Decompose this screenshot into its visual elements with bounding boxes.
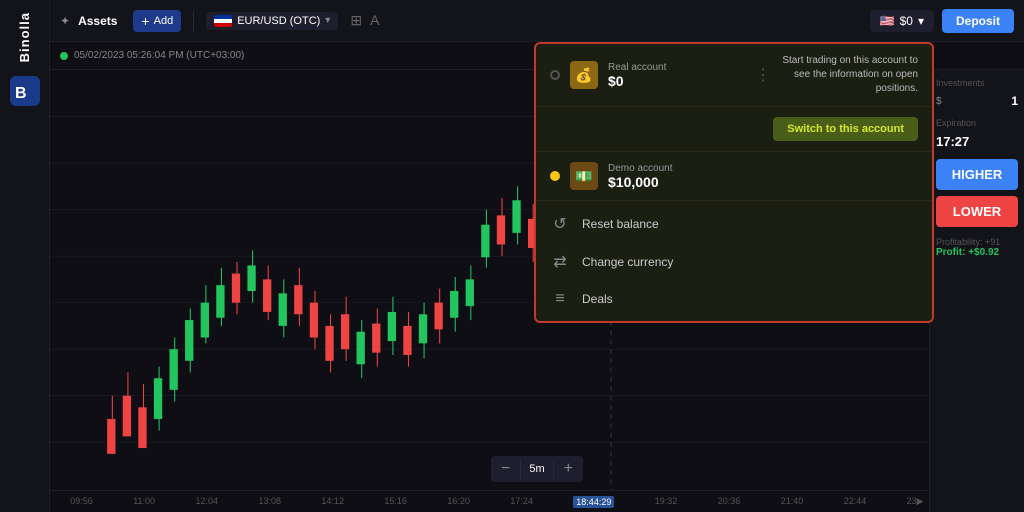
currency-symbol: $: [936, 96, 942, 107]
investment-value: 1: [1011, 94, 1018, 108]
time-23: 23▶: [907, 496, 924, 508]
chevron-down-icon: ▾: [325, 15, 330, 26]
time-16-20: 16:20: [447, 496, 470, 508]
deals-label: Deals: [582, 292, 613, 306]
time-12-04: 12:04: [195, 496, 218, 508]
zoom-controls: − 5m +: [491, 456, 583, 482]
demo-account-balance: $10,000: [608, 174, 918, 190]
investment-label: Investments: [936, 78, 1018, 88]
three-dots-icon[interactable]: ⋮: [755, 65, 771, 85]
time-17-24: 17:24: [510, 496, 533, 508]
demo-account-radio: [550, 171, 560, 181]
real-account-item[interactable]: 💰 Real account $0 ⋮ Start trading on thi…: [536, 44, 932, 107]
topbar-right: 🇺🇸 $0 ▾ Deposit: [870, 9, 1014, 33]
assets-label: Assets: [78, 14, 117, 28]
chart-icons: ⊞ A: [350, 12, 379, 29]
expiration-value: 17:27: [936, 134, 1018, 149]
higher-button[interactable]: HIGHER: [936, 159, 1018, 190]
pair-selector[interactable]: EUR/USD (OTC) ▾: [206, 12, 338, 30]
balance-chevron-icon: ▾: [918, 14, 924, 28]
separator: [193, 11, 194, 31]
switch-info-text: Start trading on this account to see the…: [781, 54, 918, 96]
logo-icon: B: [10, 76, 40, 106]
reset-balance-label: Reset balance: [582, 217, 659, 231]
pair-label: EUR/USD (OTC): [237, 15, 320, 27]
logo-text: Binolla: [17, 12, 32, 62]
real-account-info: Real account $0: [608, 62, 745, 89]
time-20-36: 20:36: [718, 496, 741, 508]
lower-button[interactable]: LOWER: [936, 196, 1018, 227]
zoom-out-button[interactable]: −: [491, 456, 520, 482]
switch-account-box: Switch to this account: [536, 107, 932, 152]
time-18-44-active: 18:44:29: [573, 496, 614, 508]
time-labels: 09:56 11:00 12:04 13:08 14:12 15:16 16:2…: [50, 496, 944, 508]
real-account-balance: $0: [608, 73, 745, 89]
real-account-type: Real account: [608, 62, 745, 73]
reset-icon: ↺: [550, 214, 570, 234]
bar-chart-icon[interactable]: ⊞: [350, 12, 362, 29]
expiration-label: Expiration: [936, 118, 1018, 128]
svg-text:B: B: [15, 85, 27, 102]
add-button[interactable]: + Add: [133, 10, 181, 32]
right-panel: Investments $ 1 Expiration 17:27 HIGHER …: [929, 70, 1024, 512]
deals-icon: ≡: [550, 290, 570, 308]
time-11-00: 11:00: [133, 496, 155, 508]
sidebar-logo: Binolla B: [10, 12, 40, 106]
demo-account-type: Demo account: [608, 163, 918, 174]
deals-item[interactable]: ≡ Deals: [536, 281, 932, 317]
investment-row: $ 1: [936, 94, 1018, 108]
flag-icon: 🇺🇸: [880, 14, 895, 28]
change-currency-label: Change currency: [582, 255, 673, 269]
live-indicator: [60, 52, 68, 60]
time-22-44: 22:44: [844, 496, 867, 508]
time-09-56: 09:56: [70, 496, 93, 508]
time-14-12: 14:12: [321, 496, 344, 508]
time-21-40: 21:40: [781, 496, 804, 508]
currency-icon: ⇄: [550, 252, 570, 272]
time-axis: 09:56 11:00 12:04 13:08 14:12 15:16 16:2…: [50, 490, 954, 512]
switch-account-button[interactable]: Switch to this account: [773, 117, 918, 141]
balance-button[interactable]: 🇺🇸 $0 ▾: [870, 10, 934, 32]
demo-account-icon: 💵: [570, 162, 598, 190]
eu-flag-icon: [214, 15, 232, 27]
add-label: Add: [154, 15, 174, 27]
indicator-icon[interactable]: A: [370, 12, 379, 29]
balance-value: $0: [900, 14, 913, 28]
topbar: ✦ Assets + Add EUR/USD (OTC) ▾ ⊞ A 🇺🇸 $0…: [50, 0, 1024, 42]
profit-text: Profit: +$0.92: [936, 247, 1018, 258]
time-15-16: 15:16: [384, 496, 407, 508]
real-account-icon: 💰: [570, 61, 598, 89]
real-account-radio: [550, 70, 560, 80]
time-19-32: 19:32: [655, 496, 678, 508]
datetime-text: 05/02/2023 05:26:04 PM (UTC+03:00): [74, 50, 244, 61]
profitability-text: Profitability: +91: [936, 237, 1018, 247]
profitability-row: Profitability: +91 Profit: +$0.92: [936, 237, 1018, 258]
add-icon: +: [141, 13, 149, 29]
deposit-button[interactable]: Deposit: [942, 9, 1014, 33]
demo-account-info: Demo account $10,000: [608, 163, 918, 190]
demo-account-item[interactable]: 💵 Demo account $10,000: [536, 152, 932, 201]
reset-balance-item[interactable]: ↺ Reset balance: [536, 205, 932, 243]
account-dropdown: 💰 Real account $0 ⋮ Start trading on thi…: [534, 42, 934, 323]
menu-items: ↺ Reset balance ⇄ Change currency ≡ Deal…: [536, 201, 932, 321]
sidebar: Binolla B: [0, 0, 50, 512]
time-13-08: 13:08: [258, 496, 281, 508]
pin-icon: ✦: [60, 14, 70, 28]
zoom-in-button[interactable]: +: [554, 456, 583, 482]
change-currency-item[interactable]: ⇄ Change currency: [536, 243, 932, 281]
zoom-level: 5m: [520, 459, 553, 479]
